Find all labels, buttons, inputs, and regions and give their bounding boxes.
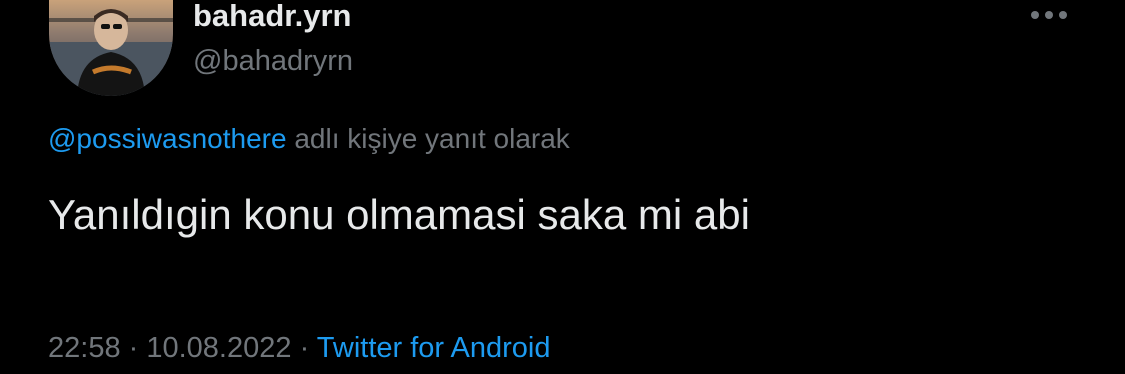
reply-mention-link[interactable]: @possiwasnothere [48, 123, 287, 154]
avatar-photo [49, 0, 173, 96]
author-handle[interactable]: @bahadryrn [193, 44, 353, 78]
meta-separator: · [291, 332, 317, 364]
more-options-button[interactable] [1025, 0, 1073, 30]
reply-context-text: adlı kişiye yanıt olarak [286, 123, 570, 154]
meta-separator: · [120, 332, 147, 364]
reply-context: @possiwasnothere adlı kişiye yanıt olara… [48, 122, 570, 156]
tweet-time[interactable]: 22:58 [48, 332, 121, 364]
tweet-date[interactable]: 10.08.2022 [146, 332, 291, 364]
tweet-meta: 22:58 · 10.08.2022 · Twitter for Android [48, 330, 550, 366]
tweet-source-link[interactable]: Twitter for Android [317, 332, 551, 364]
more-horizontal-icon [1031, 11, 1067, 19]
author-display-name[interactable]: bahadr.yrn [193, 0, 352, 34]
tweet-text: Yanıldıgin konu olmamasi saka mi abi [48, 191, 750, 238]
avatar[interactable] [49, 0, 173, 96]
